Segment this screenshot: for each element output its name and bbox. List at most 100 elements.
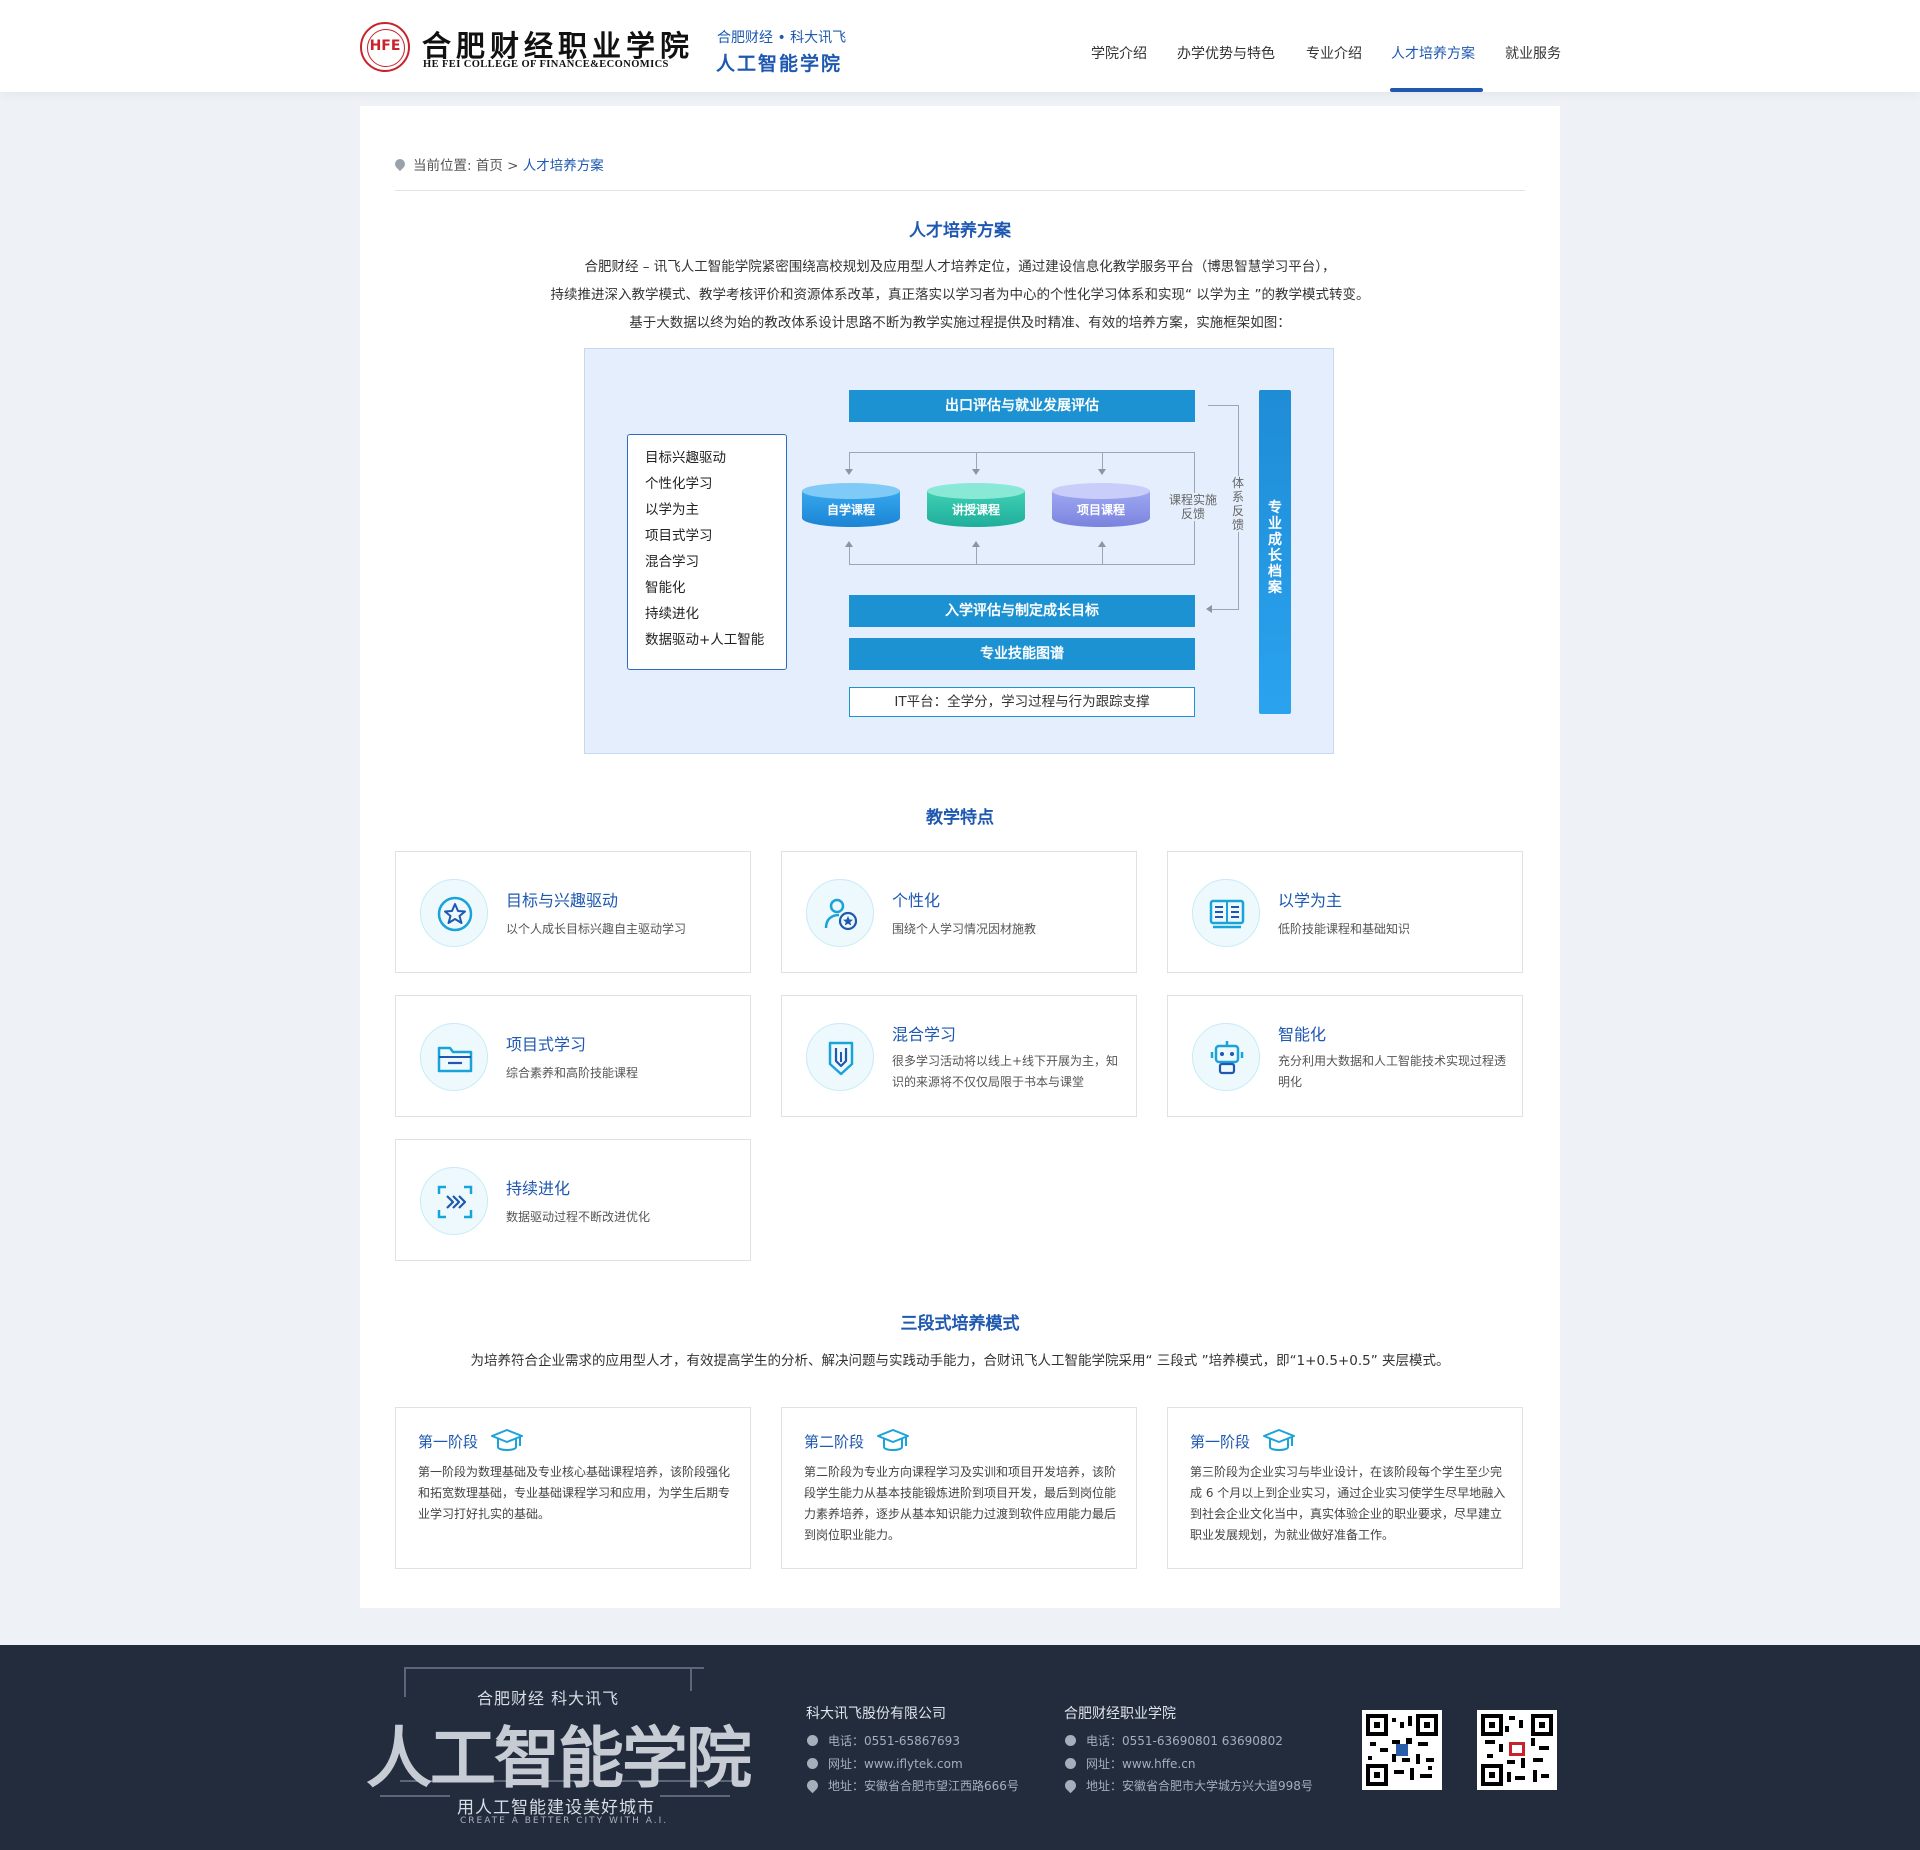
arrow-up-icon (1098, 541, 1106, 547)
breadcrumb-text: 当前位置: 首页 > 人才培养方案 (413, 154, 604, 174)
course-label: 讲授课程 (951, 503, 1000, 517)
breadcrumb-current: 人才培养方案 (522, 158, 604, 174)
user-star-icon (806, 879, 874, 947)
feature-desc: 以个人成长目标兴趣自主驱动学习 (506, 922, 687, 936)
growth-archive-label: 专业成长档案 (1268, 500, 1282, 596)
partner-subtitle: 合肥财经 • 科大讯飞 (717, 30, 847, 46)
college-name-en: HE FEI COLLEGE OF FINANCE&ECONOMICS (423, 59, 669, 70)
folder-icon (420, 1023, 488, 1091)
globe-icon (1065, 1758, 1076, 1769)
school-name: 人工智能学院 (716, 53, 843, 75)
nav-item-employment[interactable]: 就业服务 (1505, 43, 1561, 63)
stage-desc: 第二阶段为专业方向课程学习及实训和项目开发培养，该阶段学生能力从基本技能锻炼进阶… (804, 1465, 1117, 1542)
principle-item: 以学为主 (645, 502, 699, 518)
arrow-left-icon (1206, 605, 1212, 613)
phone-icon (807, 1735, 818, 1746)
plan-title: 人才培养方案 (909, 221, 1011, 241)
diagram-principles-box: 目标兴趣驱动 个性化学习 以学为主 项目式学习 混合学习 智能化 持续进化 数据… (627, 434, 787, 670)
robot-icon (1192, 1023, 1260, 1091)
footer-slogan-en: CREATE A BETTER CITY WITH A.I. (460, 1816, 669, 1826)
stage-title: 第二阶段 (804, 1433, 865, 1451)
site-header: HFE 合肥财经职业学院 HE FEI COLLEGE OF FINANCE&E… (0, 0, 1920, 92)
arrow-up-icon (845, 541, 853, 547)
feature-card: 个性化 围绕个人学习情况因材施教 (781, 851, 1137, 973)
feature-title: 以学为主 (1278, 891, 1343, 910)
phone-icon (1065, 1735, 1076, 1746)
course-label: 自学课程 (826, 503, 875, 517)
company-name-iflytek: 科大讯飞股份有限公司 (806, 1706, 946, 1722)
feature-card: 以学为主 低阶技能课程和基础知识 (1167, 851, 1523, 973)
connector-line (849, 564, 1195, 565)
circuit-line (404, 1667, 704, 1669)
iflytek-website[interactable]: 网址：www.iflytek.com (828, 1755, 963, 1772)
nav-active-underline (1390, 88, 1483, 92)
connector-line (976, 545, 977, 564)
star-circle-icon (420, 879, 488, 947)
nav-item-advantages[interactable]: 办学优势与特色 (1177, 43, 1275, 63)
feature-card: 混合学习 很多学习活动将以线上+线下开展为主，知识的来源将不仅仅局限于书本与课堂 (781, 995, 1137, 1117)
feature-card: 智能化 充分利用大数据和人工智能技术实现过程透明化 (1167, 995, 1523, 1117)
qr-code-iflytek (1362, 1710, 1442, 1790)
breadcrumb-home-link[interactable]: 首页 (476, 158, 503, 174)
connector-line (849, 545, 850, 564)
feedback-line (1208, 405, 1238, 406)
feature-card: 目标与兴趣驱动 以个人成长目标兴趣自主驱动学习 (395, 851, 751, 973)
hffe-website[interactable]: 网址：www.hffe.cn (1086, 1755, 1195, 1772)
principle-item: 持续进化 (645, 606, 699, 622)
stage-desc: 第三阶段为企业实习与毕业设计，在该阶段每个学生至少完成 6 个月以上到企业实习，… (1190, 1465, 1506, 1542)
nav-item-majors[interactable]: 专业介绍 (1306, 43, 1362, 63)
feature-title: 持续进化 (506, 1179, 571, 1198)
book-open-icon (1192, 879, 1260, 947)
graduation-cap-icon (876, 1428, 910, 1460)
course-cylinder-self-study: 自学课程 (802, 483, 900, 527)
pencil-shield-icon (806, 1023, 874, 1091)
course-label: 项目课程 (1076, 503, 1125, 517)
principle-item: 混合学习 (645, 554, 699, 570)
arrow-down-icon (845, 469, 853, 475)
feature-card: 持续进化 数据驱动过程不断改进优化 (395, 1139, 751, 1261)
system-feedback-label: 体系反馈 (1231, 476, 1245, 532)
iflytek-phone: 电话：0551-65867693 (828, 1734, 960, 1748)
nav-item-training-plan[interactable]: 人才培养方案 (1391, 43, 1475, 63)
course-cylinder-lecture: 讲授课程 (927, 483, 1025, 527)
feature-title: 智能化 (1278, 1025, 1327, 1044)
arrow-down-icon (1098, 469, 1106, 475)
connector-line (849, 452, 1195, 453)
plan-paragraph-3: 基于大数据以终为始的教改体系设计思路不断为教学实施过程提供及时精准、有效的培养方… (629, 315, 1291, 331)
main-content: 当前位置: 首页 > 人才培养方案 人才培养方案 合肥财经 – 讯飞人工智能学院… (360, 106, 1560, 1608)
growth-archive-bar: 专业成长档案 (1259, 390, 1291, 714)
footer-slogan: 用人工智能建设美好城市 (457, 1798, 655, 1818)
course-cylinder-project: 项目课程 (1052, 483, 1150, 527)
evolve-arrows-icon (420, 1167, 488, 1235)
feature-desc: 数据驱动过程不断改进优化 (506, 1210, 651, 1224)
connector-line (1102, 545, 1103, 564)
circuit-line (690, 1667, 692, 1691)
arrow-down-icon (972, 469, 980, 475)
feature-card: 项目式学习 综合素养和高阶技能课程 (395, 995, 751, 1117)
feature-title: 目标与兴趣驱动 (506, 891, 619, 910)
graduation-cap-icon (490, 1428, 524, 1460)
breadcrumb-prefix: 当前位置: (413, 158, 472, 174)
principle-item: 目标兴趣驱动 (645, 450, 726, 466)
stage-card: 第一阶段 第三阶段为企业实习与毕业设计，在该阶段每个学生至少完成 6 个月以上到… (1167, 1407, 1523, 1569)
seal-text: HFE (369, 38, 401, 54)
stage-title: 第一阶段 (1190, 1433, 1251, 1451)
feature-desc: 很多学习活动将以线上+线下开展为主，知识的来源将不仅仅局限于书本与课堂 (892, 1054, 1119, 1089)
entry-evaluation-bar: 入学评估与制定成长目标 (849, 595, 1195, 627)
stages-intro: 为培养符合企业需求的应用型人才，有效提高学生的分析、解决问题与实践动手能力，合财… (470, 1353, 1450, 1369)
breadcrumb-separator: > (507, 158, 519, 174)
principle-item: 个性化学习 (645, 476, 713, 492)
nav-item-intro[interactable]: 学院介绍 (1091, 43, 1147, 63)
connector-line (849, 452, 850, 470)
principle-item: 智能化 (645, 580, 686, 596)
stages-title: 三段式培养模式 (900, 1314, 1020, 1334)
plan-paragraph-1: 合肥财经 – 讯飞人工智能学院紧密围绕高校规划及应用型人才培养定位，通过建设信息… (584, 259, 1336, 275)
graduation-cap-icon (1262, 1428, 1296, 1460)
plan-paragraph-2: 持续推进深入教学模式、教学考核评价和资源体系改革，真正落实以学习者为中心的个性化… (550, 287, 1370, 303)
footer-brand-title: 人工智能学院 (366, 1720, 752, 1797)
stage-card: 第二阶段 第二阶段为专业方向课程学习及实训和项目开发培养，该阶段学生能力从基本技… (781, 1407, 1137, 1569)
feature-desc: 围绕个人学习情况因材施教 (892, 922, 1037, 936)
qr-code-hffe (1477, 1710, 1557, 1790)
college-seal-logo[interactable]: HFE (360, 22, 410, 72)
feedback-line (1212, 609, 1239, 610)
